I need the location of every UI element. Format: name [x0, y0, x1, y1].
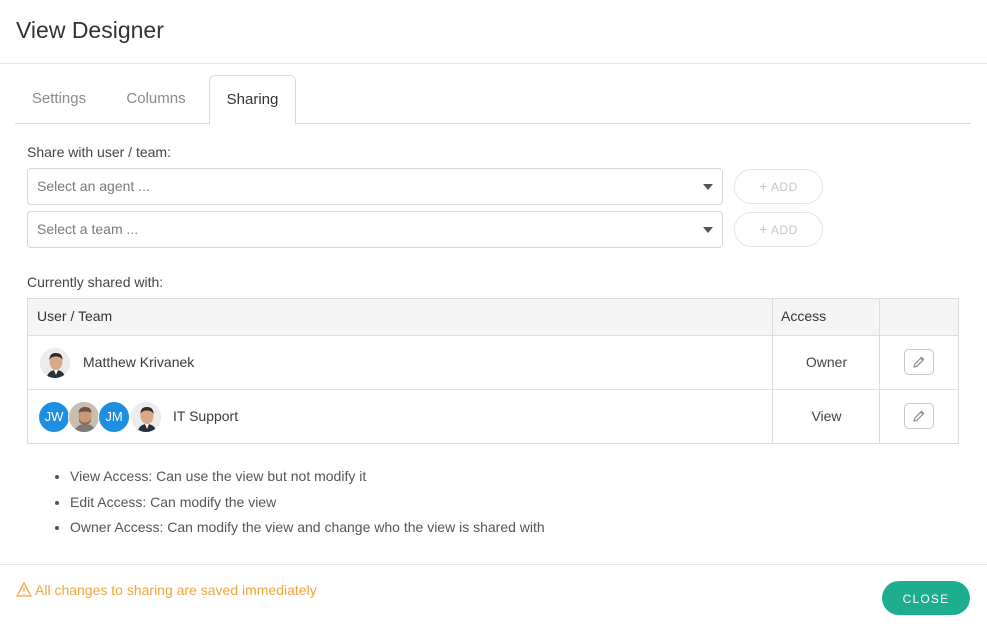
save-warning: All changes to sharing are saved immedia…: [16, 582, 317, 598]
warning-triangle-icon: [16, 582, 32, 597]
edit-access-button[interactable]: [904, 403, 934, 429]
team-select-placeholder: Select a team ...: [37, 221, 139, 237]
chevron-down-icon: [703, 184, 713, 190]
list-item: View Access: Can use the view but not mo…: [70, 464, 545, 490]
plus-icon: +: [759, 178, 768, 194]
dialog-footer: All changes to sharing are saved immedia…: [0, 564, 987, 632]
avatar: JW: [38, 401, 70, 433]
avatar: [130, 401, 162, 433]
tab-bar: Settings Columns Sharing: [15, 75, 971, 125]
avatar: JM: [98, 401, 130, 433]
tab-sharing[interactable]: Sharing: [209, 75, 296, 125]
agent-select[interactable]: Select an agent ...: [27, 168, 723, 205]
person-photo-icon: [40, 348, 70, 378]
pencil-icon: [913, 356, 925, 368]
share-with-label: Share with user / team:: [27, 144, 171, 160]
agent-select-placeholder: Select an agent ...: [37, 178, 150, 194]
list-item: Owner Access: Can modify the view and ch…: [70, 515, 545, 541]
access-level: View: [811, 408, 842, 424]
save-warning-text: All changes to sharing are saved immedia…: [35, 582, 317, 598]
pencil-icon: [913, 410, 925, 422]
avatar: [68, 401, 100, 433]
plus-icon: +: [759, 221, 768, 237]
share-name: Matthew Krivanek: [83, 354, 195, 370]
add-team-button[interactable]: + ADD: [734, 212, 823, 247]
table-row: Matthew Krivanek Owner: [28, 336, 958, 390]
column-header-access: Access: [781, 308, 827, 324]
dialog-title: View Designer: [16, 17, 164, 43]
edit-access-button[interactable]: [904, 349, 934, 375]
person-photo-icon: [131, 402, 161, 432]
team-select[interactable]: Select a team ...: [27, 211, 723, 248]
chevron-down-icon: [703, 227, 713, 233]
add-team-label: ADD: [770, 223, 798, 237]
table-row: JW JM IT Support View: [28, 390, 958, 444]
currently-shared-label: Currently shared with:: [27, 274, 164, 290]
tab-columns[interactable]: Columns: [111, 75, 201, 124]
add-agent-label: ADD: [770, 180, 798, 194]
table-header: User / Team Access: [28, 299, 958, 336]
avatar: [39, 347, 71, 379]
add-agent-button[interactable]: + ADD: [734, 169, 823, 204]
tab-settings[interactable]: Settings: [15, 75, 103, 124]
column-header-user-team: User / Team: [37, 308, 113, 324]
dialog-header: View Designer: [0, 0, 987, 64]
access-notes: View Access: Can use the view but not mo…: [52, 464, 545, 541]
access-level: Owner: [805, 354, 848, 370]
close-button[interactable]: CLOSE: [882, 581, 970, 615]
share-name: IT Support: [173, 408, 239, 424]
shared-table: User / Team Access Matthew Krivanek Owne…: [27, 298, 959, 444]
person-photo-icon: [69, 402, 99, 432]
list-item: Edit Access: Can modify the view: [70, 490, 545, 516]
